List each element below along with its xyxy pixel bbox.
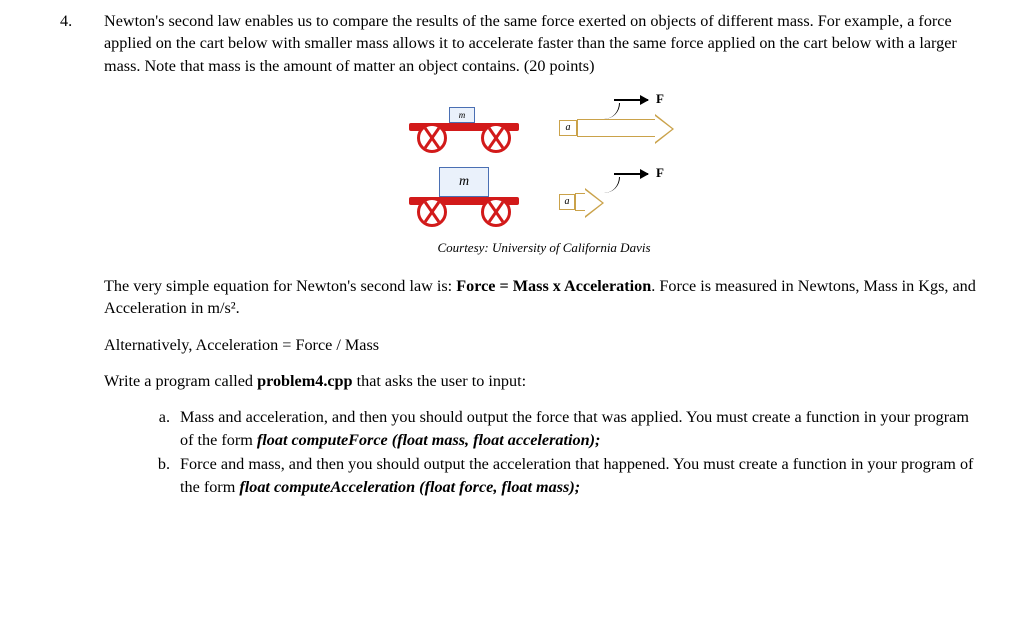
program-filename: problem4.cpp [257,372,353,390]
equation-prefix: The very simple equation for Newton's se… [104,277,456,295]
question-block: 4. Newton's second law enables us to com… [60,10,984,500]
cargo-small: m [449,107,475,123]
arrow-right-icon [577,119,655,137]
write-suffix: that asks the user to input: [353,372,527,390]
write-prefix: Write a program called [104,372,257,390]
wheel-icon [417,123,447,153]
acceleration-label: a [559,120,577,136]
wheel-icon [417,197,447,227]
alternative-equation: Alternatively, Acceleration = Force / Ma… [104,334,984,356]
question-body: Newton's second law enables us to compar… [104,10,984,500]
force-arrow-icon [614,99,648,101]
equation-paragraph: The very simple equation for Newton's se… [104,275,984,320]
illustration-row-big-mass: m F a [379,165,709,229]
acceleration-arrow-small: a [559,193,585,211]
function-signature: float computeForce (float mass, float ac… [257,431,600,449]
arrow-right-icon [575,193,585,211]
cart-small-mass: m [399,93,529,153]
subpart-body: Mass and acceleration, and then you shou… [180,406,984,451]
acceleration-label: a [559,194,575,210]
force-arrow-icon [614,173,648,175]
cargo-big: m [439,167,489,197]
illustration: m F a [379,91,709,257]
illustration-credit: Courtesy: University of California Davis [379,239,709,257]
cart-big-mass: m [399,167,529,227]
force-and-accel-small: F a [559,165,689,229]
force-label: F [656,164,664,182]
write-program-paragraph: Write a program called problem4.cpp that… [104,370,984,392]
force-and-accel-large: F a [559,91,689,155]
subpart-letter: b. [142,453,180,498]
subpart-letter: a. [142,406,180,451]
illustration-row-small-mass: m F a [379,91,709,155]
function-signature: float computeAcceleration (float force, … [239,478,580,496]
wheel-icon [481,197,511,227]
force-curve-icon [589,103,620,119]
question-intro: Newton's second law enables us to compar… [104,10,984,77]
subparts-list: a. Mass and acceleration, and then you s… [104,406,984,497]
subpart-b: b. Force and mass, and then you should o… [142,453,984,498]
acceleration-arrow-large: a [559,119,655,137]
subpart-body: Force and mass, and then you should outp… [180,453,984,498]
wheel-icon [481,123,511,153]
equation-bold: Force = Mass x Acceleration [456,277,651,295]
force-label: F [656,90,664,108]
question-number: 4. [60,10,104,500]
subpart-a: a. Mass and acceleration, and then you s… [142,406,984,451]
document-page: 4. Newton's second law enables us to com… [0,0,1024,641]
